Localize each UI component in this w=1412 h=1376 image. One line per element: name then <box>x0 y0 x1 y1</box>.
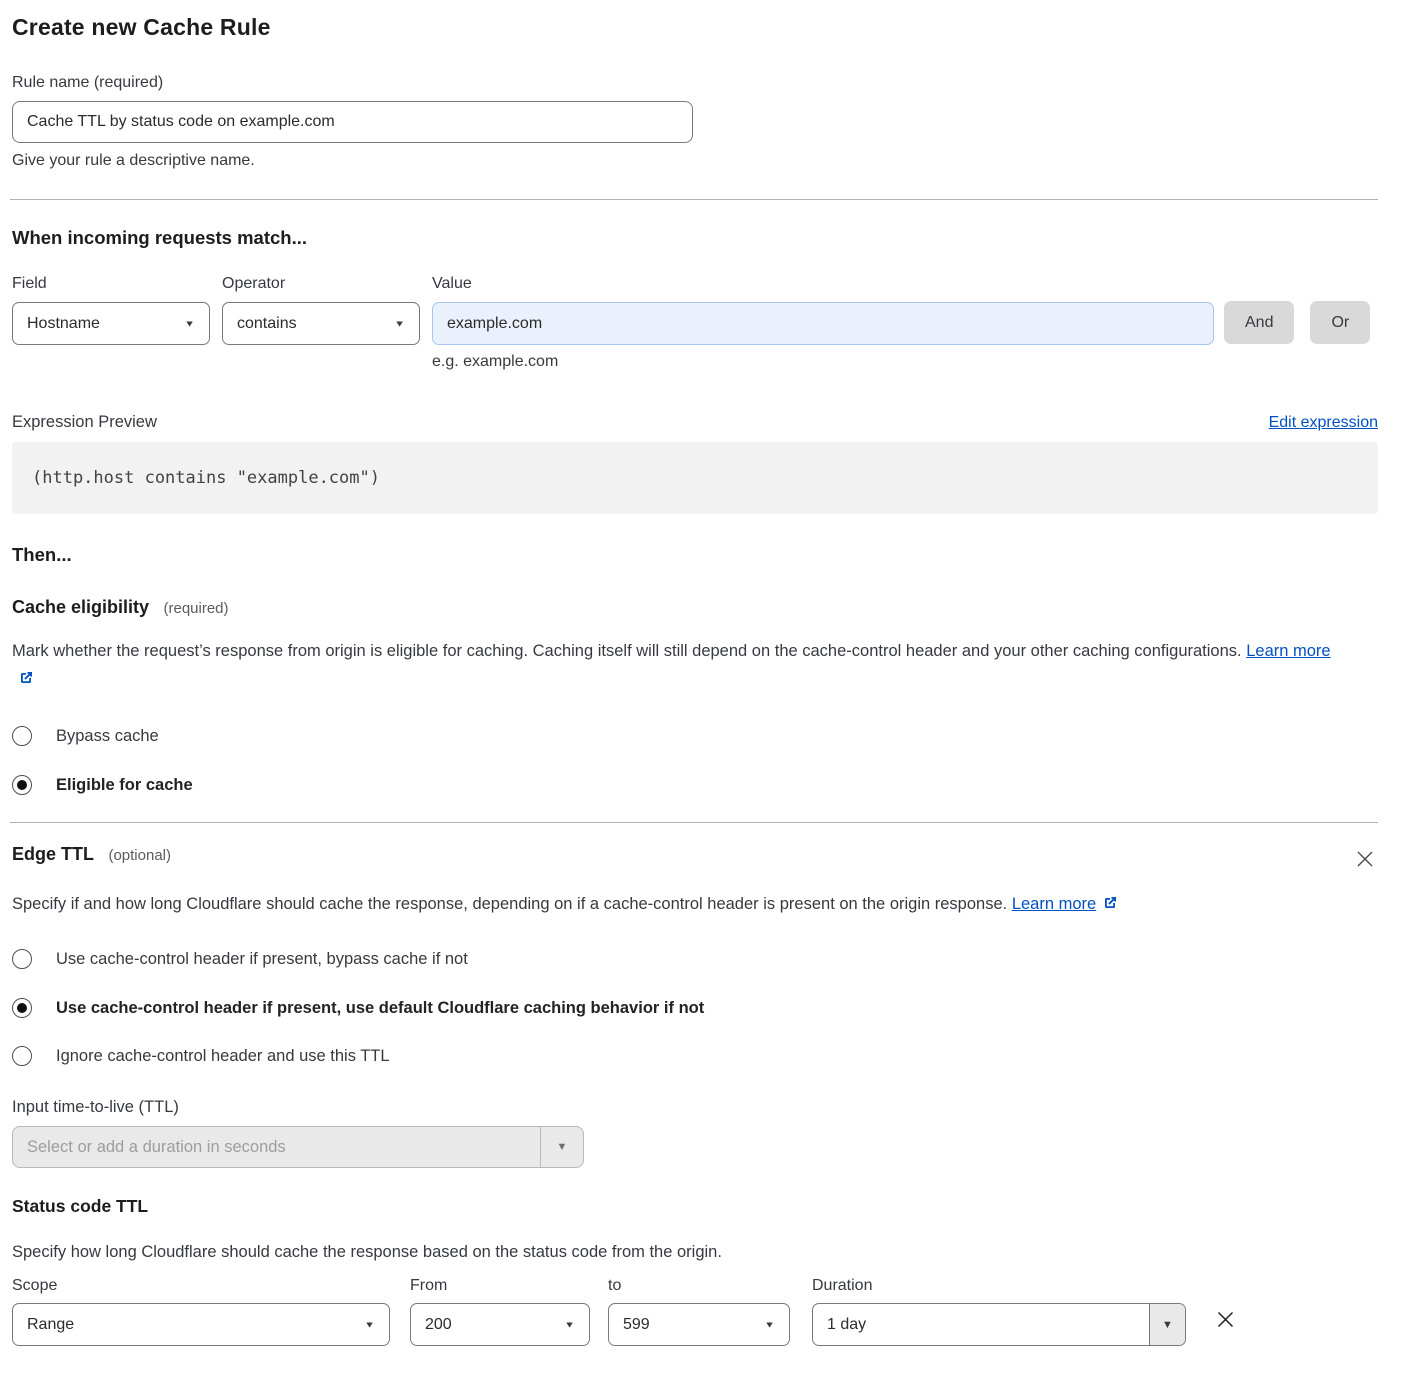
section-divider <box>10 199 1378 200</box>
value-help: e.g. example.com <box>432 353 1214 371</box>
ttl-duration-select[interactable]: Select or add a duration in seconds ▼ <box>12 1126 584 1168</box>
match-row: Field Hostname ▼ Operator contains ▼ Val… <box>12 275 1378 371</box>
external-link-icon <box>1102 892 1118 920</box>
edge-ttl-description: Specify if and how long Cloudflare shoul… <box>12 890 1352 920</box>
cache-eligibility-title-row: Cache eligibility (required) <box>12 597 1378 618</box>
and-button[interactable]: And <box>1224 301 1294 344</box>
expression-header: Expression Preview Edit expression <box>12 413 1378 432</box>
radio-eligible-for-cache[interactable]: Eligible for cache <box>12 775 1378 795</box>
operator-label: Operator <box>222 275 420 293</box>
duration-select-value: 1 day <box>813 1304 1149 1345</box>
radio-icon[interactable] <box>12 1046 32 1066</box>
external-link-icon <box>18 667 34 695</box>
expression-code-box: (http.host contains "example.com") <box>12 442 1378 514</box>
status-code-ttl-description: Specify how long Cloudflare should cache… <box>12 1238 1352 1266</box>
rule-name-value: Cache TTL by status code on example.com <box>27 113 335 131</box>
required-tag: (required) <box>164 600 229 617</box>
edge-ttl-title: Edge TTL <box>12 844 94 864</box>
radio-selected-icon[interactable] <box>12 775 32 795</box>
chevron-down-icon: ▼ <box>364 1320 375 1330</box>
field-select[interactable]: Hostname ▼ <box>12 302 210 345</box>
ttl-duration-placeholder: Select or add a duration in seconds <box>13 1127 540 1167</box>
close-icon <box>1216 1317 1235 1332</box>
to-select-value: 599 <box>623 1316 650 1334</box>
expression-code: (http.host contains "example.com") <box>32 468 380 488</box>
to-label: to <box>608 1277 790 1295</box>
status-code-ttl-title: Status code TTL <box>12 1196 1378 1217</box>
then-heading: Then... <box>12 544 1378 566</box>
edge-ttl-description-text: Specify if and how long Cloudflare shoul… <box>12 895 1007 913</box>
field-select-value: Hostname <box>27 315 100 333</box>
radio-edge-ttl-ignore-label: Ignore cache-control header and use this… <box>56 1047 390 1066</box>
radio-edge-ttl-bypass-label: Use cache-control header if present, byp… <box>56 950 468 969</box>
radio-edge-ttl-default-label: Use cache-control header if present, use… <box>56 999 704 1018</box>
radio-icon[interactable] <box>12 726 32 746</box>
operator-select[interactable]: contains ▼ <box>222 302 420 345</box>
optional-tag: (optional) <box>108 847 171 864</box>
edit-expression-link[interactable]: Edit expression <box>1269 414 1378 432</box>
close-icon <box>1356 856 1374 871</box>
chevron-down-icon: ▼ <box>184 319 195 329</box>
scope-select-value: Range <box>27 1316 74 1334</box>
edge-ttl-learn-more-link[interactable]: Learn more <box>1012 895 1096 913</box>
field-label: Field <box>12 275 210 293</box>
duration-select[interactable]: 1 day ▼ <box>812 1303 1186 1346</box>
page-title: Create new Cache Rule <box>12 14 1378 41</box>
rule-name-input[interactable]: Cache TTL by status code on example.com <box>12 101 693 143</box>
section-divider <box>10 822 1378 823</box>
radio-edge-ttl-bypass[interactable]: Use cache-control header if present, byp… <box>12 949 1378 969</box>
cache-eligibility-description-text: Mark whether the request’s response from… <box>12 642 1242 660</box>
radio-edge-ttl-ignore[interactable]: Ignore cache-control header and use this… <box>12 1046 1378 1066</box>
radio-eligible-for-cache-label: Eligible for cache <box>56 776 193 795</box>
operator-select-value: contains <box>237 315 297 333</box>
from-select-value: 200 <box>425 1316 452 1334</box>
radio-selected-icon[interactable] <box>12 998 32 1018</box>
remove-status-code-row-button[interactable] <box>1210 1304 1241 1338</box>
ttl-input-label: Input time-to-live (TTL) <box>12 1098 1378 1117</box>
from-label: From <box>410 1277 590 1295</box>
rule-name-label: Rule name (required) <box>12 74 1378 92</box>
value-label: Value <box>432 275 1214 293</box>
status-code-ttl-row: Scope Range ▼ From 200 ▼ to 599 ▼ Durati… <box>12 1277 1378 1346</box>
create-cache-rule-form: Create new Cache Rule Rule name (require… <box>0 0 1412 1346</box>
chevron-down-icon: ▼ <box>394 319 405 329</box>
edge-ttl-header: Edge TTL (optional) <box>12 844 1378 875</box>
scope-select[interactable]: Range ▼ <box>12 1303 390 1346</box>
value-input-text: example.com <box>447 315 542 333</box>
radio-icon[interactable] <box>12 949 32 969</box>
radio-bypass-cache-label: Bypass cache <box>56 727 159 746</box>
match-heading: When incoming requests match... <box>12 227 1378 249</box>
or-button[interactable]: Or <box>1310 301 1370 344</box>
chevron-down-icon: ▼ <box>764 1320 775 1330</box>
radio-bypass-cache[interactable]: Bypass cache <box>12 726 1378 746</box>
duration-label: Duration <box>812 1277 1186 1295</box>
scope-label: Scope <box>12 1277 390 1295</box>
radio-edge-ttl-default[interactable]: Use cache-control header if present, use… <box>12 998 1378 1018</box>
expression-preview-label: Expression Preview <box>12 413 157 432</box>
chevron-down-icon[interactable]: ▼ <box>540 1127 583 1167</box>
cache-eligibility-description: Mark whether the request’s response from… <box>12 637 1352 695</box>
edge-ttl-close-button[interactable] <box>1352 846 1378 875</box>
rule-name-help: Give your rule a descriptive name. <box>12 152 1378 170</box>
from-select[interactable]: 200 ▼ <box>410 1303 590 1346</box>
to-select[interactable]: 599 ▼ <box>608 1303 790 1346</box>
cache-eligibility-title: Cache eligibility <box>12 597 149 617</box>
cache-eligibility-learn-more-link[interactable]: Learn more <box>1246 642 1330 660</box>
value-input[interactable]: example.com <box>432 302 1214 345</box>
chevron-down-icon: ▼ <box>564 1320 575 1330</box>
chevron-down-icon[interactable]: ▼ <box>1149 1304 1185 1345</box>
